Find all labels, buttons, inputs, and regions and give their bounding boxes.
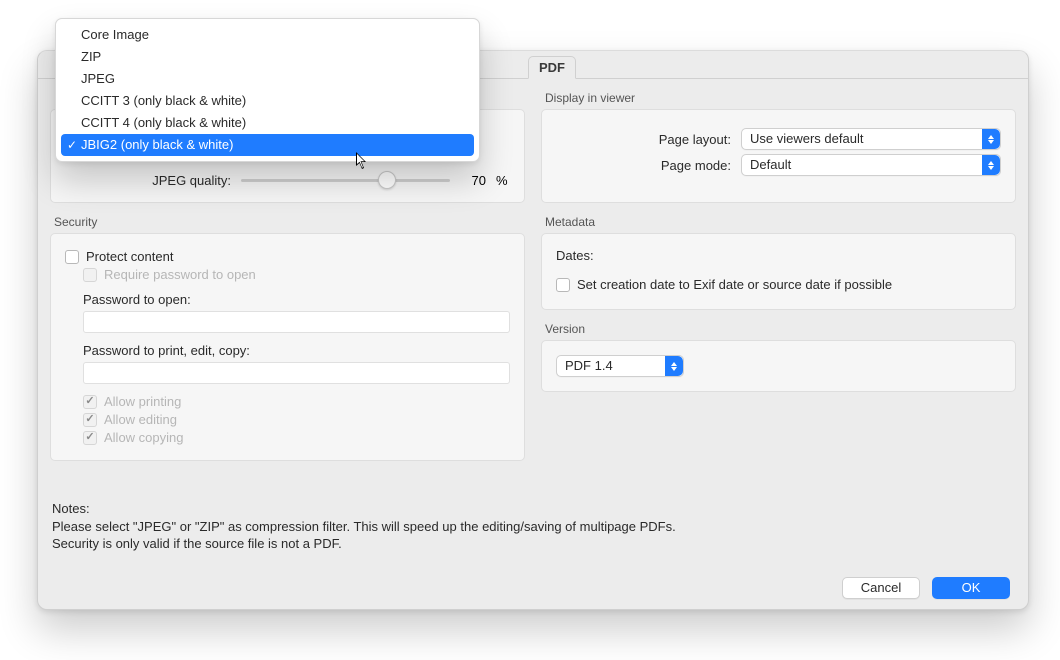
dropdown-item-ccitt4[interactable]: CCITT 4 (only black & white) (61, 112, 474, 134)
allow-copying-row: Allow copying (83, 430, 510, 445)
set-creation-row[interactable]: Set creation date to Exif date or source… (556, 277, 1001, 292)
dropdown-item-jbig2-label: JBIG2 (only black & white) (81, 137, 233, 152)
metadata-box: Dates: Set creation date to Exif date or… (541, 233, 1016, 310)
password-open-input[interactable] (83, 311, 510, 333)
page-layout-value: Use viewers default (750, 131, 863, 146)
jpeg-quality-slider[interactable] (241, 170, 450, 190)
ok-button[interactable]: OK (932, 577, 1010, 599)
protect-content-label: Protect content (86, 249, 173, 264)
compression-filter-dropdown[interactable]: Core Image ZIP JPEG CCITT 3 (only black … (55, 18, 480, 162)
mouse-cursor-icon (356, 152, 368, 170)
notes-label: Notes: (52, 500, 1014, 518)
require-password-checkbox (83, 268, 97, 282)
page-mode-label: Page mode: (556, 158, 731, 173)
version-box: PDF 1.4 (541, 340, 1016, 392)
security-group: Security Protect content Require passwor… (50, 215, 525, 486)
dropdown-item-ccitt3[interactable]: CCITT 3 (only black & white) (61, 90, 474, 112)
allow-copying-label: Allow copying (104, 430, 184, 445)
notes-section: Notes: Please select "JPEG" or "ZIP" as … (50, 500, 1016, 553)
set-creation-checkbox[interactable] (556, 278, 570, 292)
display-group: Display in viewer Page layout: Use viewe… (541, 91, 1016, 203)
version-value: PDF 1.4 (565, 358, 613, 373)
select-handle-icon (982, 129, 1000, 149)
display-title: Display in viewer (541, 91, 1016, 109)
page-layout-label: Page layout: (556, 132, 731, 147)
dropdown-item-core-image[interactable]: Core Image (61, 24, 474, 46)
page-layout-select[interactable]: Use viewers default (741, 128, 1001, 150)
version-group: Version PDF 1.4 (541, 322, 1016, 392)
require-password-label: Require password to open (104, 267, 256, 282)
allow-printing-row: Allow printing (83, 394, 510, 409)
password-print-input[interactable] (83, 362, 510, 384)
protect-content-row[interactable]: Protect content (65, 249, 510, 264)
password-open-label: Password to open: (83, 292, 510, 307)
dropdown-item-jbig2[interactable]: ✓ JBIG2 (only black & white) (61, 134, 474, 156)
version-title: Version (541, 322, 1016, 340)
allow-copying-checkbox (83, 431, 97, 445)
notes-line-1: Please select "JPEG" or "ZIP" as compres… (52, 518, 1014, 536)
metadata-group: Metadata Dates: Set creation date to Exi… (541, 215, 1016, 310)
allow-editing-label: Allow editing (104, 412, 177, 427)
slider-knob[interactable] (378, 171, 396, 189)
tab-pdf[interactable]: PDF (528, 56, 576, 79)
checkmark-icon: ✓ (65, 134, 79, 156)
require-password-row: Require password to open (83, 267, 510, 282)
dropdown-item-jpeg[interactable]: JPEG (61, 68, 474, 90)
display-box: Page layout: Use viewers default Page mo… (541, 109, 1016, 203)
version-select[interactable]: PDF 1.4 (556, 355, 684, 377)
allow-list: Allow printing Allow editing Allow copyi… (83, 394, 510, 445)
security-box: Protect content Require password to open… (50, 233, 525, 461)
select-handle-icon (665, 356, 683, 376)
select-handle-icon (982, 155, 1000, 175)
page-mode-row: Page mode: Default (556, 154, 1001, 176)
protect-content-checkbox[interactable] (65, 250, 79, 264)
jpeg-quality-unit: % (496, 173, 510, 188)
page-layout-row: Page layout: Use viewers default (556, 128, 1001, 150)
allow-printing-label: Allow printing (104, 394, 181, 409)
jpeg-quality-row: JPEG quality: 70 % (65, 168, 510, 192)
page-mode-value: Default (750, 157, 791, 172)
dialog-buttons: Cancel OK (50, 577, 1016, 599)
notes-line-2: Security is only valid if the source fil… (52, 535, 1014, 553)
allow-editing-row: Allow editing (83, 412, 510, 427)
cancel-button[interactable]: Cancel (842, 577, 920, 599)
allow-editing-checkbox (83, 413, 97, 427)
jpeg-quality-label: JPEG quality: (65, 173, 231, 188)
security-title: Security (50, 215, 525, 233)
dates-label: Dates: (556, 248, 1001, 263)
set-creation-label: Set creation date to Exif date or source… (577, 277, 892, 292)
jpeg-quality-value: 70 (460, 173, 486, 188)
metadata-title: Metadata (541, 215, 1016, 233)
dropdown-item-zip[interactable]: ZIP (61, 46, 474, 68)
password-print-label: Password to print, edit, copy: (83, 343, 510, 358)
right-column-lower: Metadata Dates: Set creation date to Exi… (541, 203, 1016, 486)
allow-printing-checkbox (83, 395, 97, 409)
page-mode-select[interactable]: Default (741, 154, 1001, 176)
